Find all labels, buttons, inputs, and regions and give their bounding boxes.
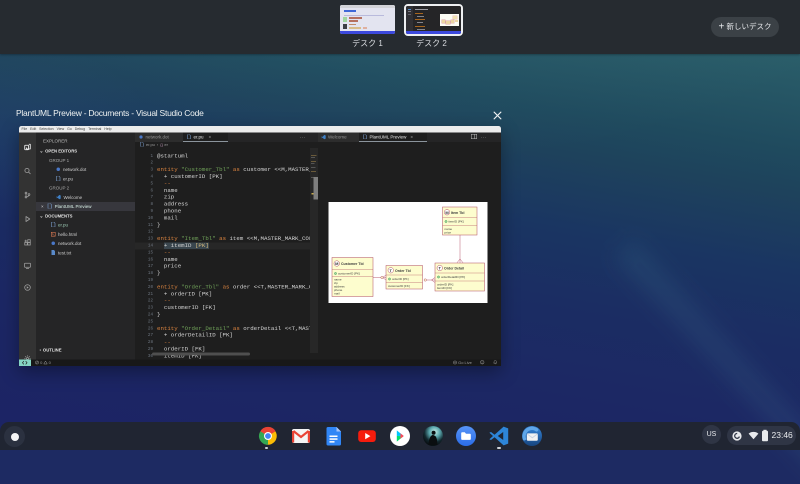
svg-text:itemID [PK]: itemID [PK] (449, 220, 464, 224)
svg-text:Order Tbl: Order Tbl (395, 269, 411, 273)
svg-text:orderDetailID [PK]: orderDetailID [PK] (441, 275, 465, 279)
svg-text:itemID [FK]: itemID [FK] (437, 286, 452, 290)
svg-text:orderID [PK]: orderID [PK] (392, 277, 409, 281)
svg-text:Order Detail: Order Detail (444, 267, 464, 271)
svg-text:mail: mail (334, 292, 340, 296)
svg-text:customerID [PK]: customerID [PK] (338, 272, 360, 276)
svg-text:customerID [FK]: customerID [FK] (388, 284, 410, 288)
svg-text:Customer Tbl: Customer Tbl (341, 262, 364, 266)
svg-text:price: price (445, 231, 452, 235)
svg-text:Item Tbl: Item Tbl (451, 211, 464, 215)
